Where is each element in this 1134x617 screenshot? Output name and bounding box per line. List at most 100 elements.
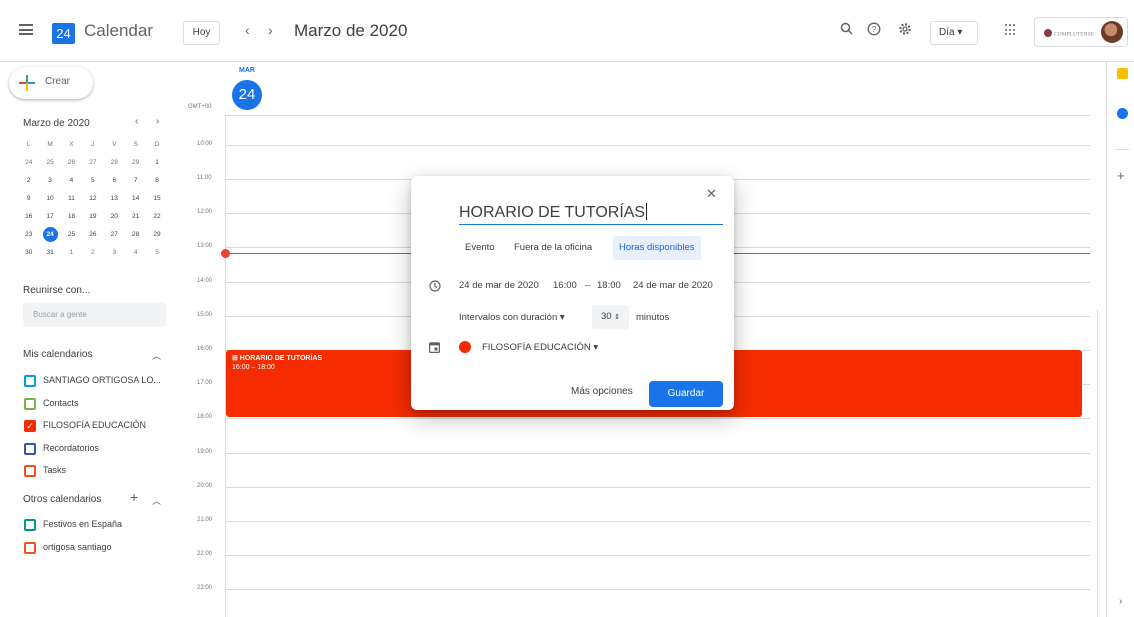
mini-calendar-day[interactable]: 29 [146,226,167,244]
day-number-badge[interactable]: 24 [232,80,262,110]
calendar-checkbox[interactable] [24,542,36,554]
mini-calendar-day[interactable]: 5 [146,244,167,262]
mini-calendar-day[interactable]: 17 [39,208,60,226]
calendar-item[interactable]: Recordatorios [23,441,173,457]
end-date[interactable]: 24 de mar de 2020 [633,280,713,291]
end-time[interactable]: 18:00 [597,280,621,291]
tab-fuera-de-la-oficina[interactable]: Fuera de la oficina [508,236,598,260]
mini-calendar-day[interactable]: 3 [39,172,60,190]
main-menu-icon[interactable] [19,24,33,35]
tab-evento[interactable]: Evento [459,236,501,260]
close-icon[interactable]: ✕ [706,186,717,202]
chevron-up-icon[interactable]: ︿ [152,494,161,507]
next-day-button[interactable]: › [268,22,273,38]
mini-calendar-day[interactable]: 25 [61,226,82,244]
mini-calendar-day[interactable]: 16 [18,208,39,226]
people-search-input[interactable]: Buscar a gente [23,303,166,327]
mini-calendar-day[interactable]: 12 [82,190,103,208]
start-time[interactable]: 16:00 [553,280,577,291]
mini-calendar-day[interactable]: 8 [146,172,167,190]
google-apps-icon[interactable] [1005,24,1017,36]
calendar-checkbox[interactable] [24,465,36,477]
calendar-checkbox[interactable] [24,443,36,455]
start-date[interactable]: 24 de mar de 2020 [459,280,539,291]
mini-calendar-day[interactable]: 27 [82,154,103,172]
calendar-item[interactable]: Tasks [23,463,173,479]
vertical-scrollbar[interactable] [1097,310,1103,617]
mini-calendar-day[interactable]: 1 [146,154,167,172]
mini-calendar-day[interactable]: 4 [61,172,82,190]
mini-calendar-day[interactable]: 26 [61,154,82,172]
mini-calendar-day[interactable]: 26 [82,226,103,244]
mini-calendar-day[interactable]: 11 [61,190,82,208]
mini-calendar-day[interactable]: 25 [39,154,60,172]
mini-calendar-day[interactable]: 2 [82,244,103,262]
mini-calendar-day[interactable]: 23 [18,226,39,244]
calendar-item[interactable]: ✓ FILOSOFÍA EDUCACIÓN [23,418,173,434]
mini-calendar-next-button[interactable]: › [156,116,159,127]
mini-calendar-day[interactable]: 4 [125,244,146,262]
weekday-label: J [91,141,95,148]
mini-calendar-day[interactable]: 1 [61,244,82,262]
search-icon[interactable] [837,22,855,40]
mini-calendar-today[interactable]: 24 [39,226,60,244]
mini-calendar-day[interactable]: 21 [125,208,146,226]
mini-calendar-day[interactable]: 29 [125,154,146,172]
mini-calendar-day[interactable]: 15 [146,190,167,208]
view-selector[interactable]: Día ▾ [930,21,978,45]
help-icon[interactable]: ? [865,22,883,40]
mini-calendar-day[interactable]: 9 [18,190,39,208]
calendar-item[interactable]: ortigosa santiago [23,540,173,556]
mini-calendar-day[interactable]: 14 [125,190,146,208]
calendar-item[interactable]: SANTIAGO ORTIGOSA LO... [23,373,173,389]
mini-calendar-day[interactable]: 22 [146,208,167,226]
slot-duration-dropdown[interactable]: Intervalos con duración ▾ [459,312,565,323]
more-options-button[interactable]: Más opciones [571,386,633,397]
mini-calendar-day[interactable]: 13 [104,190,125,208]
mini-calendar-day[interactable]: 30 [18,244,39,262]
calendar-checkbox[interactable] [24,375,36,387]
mini-calendar-day[interactable]: 3 [104,244,125,262]
slot-duration-stepper[interactable]: 30 ⇕ [592,305,629,329]
mini-calendar-prev-button[interactable]: ‹ [135,116,138,127]
event-title-input[interactable]: HORARIO DE TUTORÍAS [459,203,723,225]
tasks-icon[interactable] [1117,108,1128,119]
settings-gear-icon[interactable] [896,22,914,40]
calendar-checkbox-checked[interactable]: ✓ [24,420,36,432]
mini-calendar-day[interactable]: 18 [61,208,82,226]
mini-calendar-day[interactable]: 19 [82,208,103,226]
calendar-checkbox[interactable] [24,398,36,410]
user-avatar[interactable] [1101,21,1123,43]
mini-calendar-day[interactable]: 27 [104,226,125,244]
mini-calendar-day[interactable]: 24 [18,154,39,172]
mini-calendar-day[interactable]: 6 [104,172,125,190]
previous-day-button[interactable]: ‹ [245,22,250,38]
today-button[interactable]: Hoy [183,21,220,45]
mini-calendar-day[interactable]: 7 [125,172,146,190]
calendar-item[interactable]: Festivos en España [23,517,173,533]
mini-calendar-day[interactable]: 10 [39,190,60,208]
expand-panel-chevron-icon[interactable]: › [1119,596,1122,607]
calendar-item[interactable]: Contacts [23,396,173,412]
calendar-selector[interactable]: FILOSOFÍA EDUCACIÓN ▾ [482,342,598,353]
tab-horas-disponibles[interactable]: Horas disponibles [613,236,701,260]
get-addons-plus-icon[interactable]: + [1117,168,1125,183]
mini-calendar-day[interactable]: 28 [125,226,146,244]
my-calendars-title[interactable]: Mis calendarios [23,349,92,360]
save-button[interactable]: Guardar [649,381,723,407]
calendar-checkbox[interactable] [24,519,36,531]
keep-icon[interactable] [1117,68,1128,79]
mini-calendar-day[interactable]: 5 [82,172,103,190]
time-range-dash: – [585,280,591,291]
side-panel: + › [1106,62,1134,617]
add-calendar-plus-icon[interactable]: + [130,489,138,505]
mini-calendar-day[interactable]: 31 [39,244,60,262]
account-switcher[interactable]: COMPLUTENSE [1034,17,1128,47]
stepper-arrows-icon[interactable]: ⇕ [614,314,620,321]
mini-calendar-day[interactable]: 20 [104,208,125,226]
other-calendars-title[interactable]: Otros calendarios [23,494,101,505]
mini-calendar-day[interactable]: 2 [18,172,39,190]
create-button[interactable]: Crear [9,67,93,99]
chevron-up-icon[interactable]: ︿ [152,349,161,362]
mini-calendar-day[interactable]: 28 [104,154,125,172]
